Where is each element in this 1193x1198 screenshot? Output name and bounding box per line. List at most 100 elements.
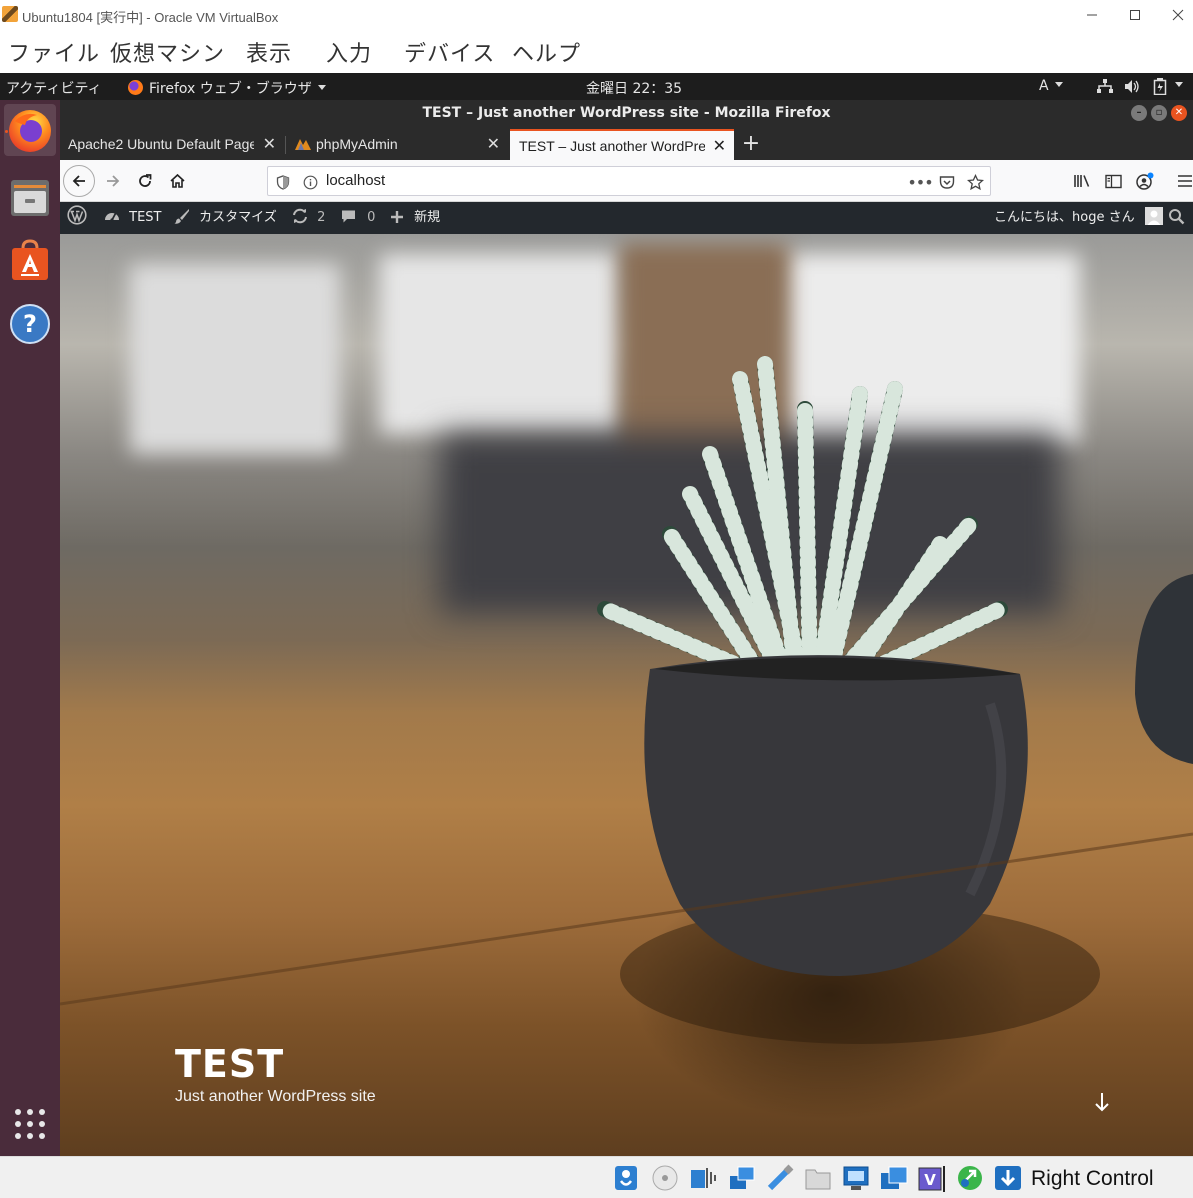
url-bar[interactable]: localhost ••• [267, 166, 991, 196]
hard-disk-status-icon[interactable] [611, 1163, 641, 1193]
display-status-icon[interactable] [841, 1163, 871, 1193]
menu-view[interactable]: 表示 [246, 36, 292, 68]
arrow-left-icon [72, 175, 85, 187]
dock-software[interactable] [4, 234, 56, 286]
ff-maximize-button[interactable]: ▫ [1151, 105, 1167, 121]
forward-button[interactable] [97, 165, 129, 197]
software-icon [12, 239, 48, 280]
host-key-label: Right Control [1031, 1167, 1154, 1190]
menu-button[interactable] [1169, 165, 1193, 197]
firefox-window: TEST – Just another WordPress site - Moz… [60, 100, 1193, 1156]
home-icon [169, 173, 185, 188]
firefox-small-icon [128, 80, 143, 95]
wp-site-name-menu[interactable]: TEST [103, 202, 162, 234]
firefox-icon [9, 110, 51, 152]
wp-my-account[interactable]: こんにちは、hoge さん [994, 202, 1163, 234]
activities-button[interactable]: アクティビティ [6, 78, 102, 98]
network-status-icon[interactable] [727, 1163, 757, 1193]
sidebar-icon [1104, 174, 1122, 188]
volume-icon[interactable] [1124, 79, 1140, 98]
wp-comments-count: 0 [367, 210, 376, 225]
account-button[interactable] [1129, 165, 1161, 197]
site-title[interactable]: TEST [175, 1042, 284, 1086]
minimize-icon [1087, 14, 1097, 16]
scroll-down-button[interactable] [1090, 1090, 1114, 1114]
close-button[interactable] [1156, 2, 1193, 28]
tab-strip: Apache2 Ubuntu Default Page: It works ✕ … [60, 126, 1193, 160]
info-icon[interactable] [301, 173, 319, 191]
wp-logo-menu[interactable] [67, 202, 87, 234]
app-menu[interactable]: Firefox ウェブ・ブラウザ [128, 78, 326, 98]
account-icon [1136, 172, 1154, 190]
network-icon[interactable] [1097, 79, 1113, 98]
input-method-indicator[interactable]: A [1039, 78, 1063, 94]
tab-apache2[interactable]: Apache2 Ubuntu Default Page: It works ✕ [60, 129, 284, 160]
wp-updates-count: 2 [317, 210, 326, 225]
wp-search[interactable] [1168, 202, 1185, 234]
wp-new-content[interactable]: 新規 [389, 202, 440, 234]
tab-close-icon[interactable]: ✕ [713, 131, 726, 160]
new-tab-button[interactable]: + [735, 129, 767, 160]
tab-phpmyadmin[interactable]: phpMyAdmin ✕ [286, 129, 508, 160]
menu-file[interactable]: ファイル [8, 36, 100, 68]
library-button[interactable] [1066, 165, 1098, 197]
dock-show-applications[interactable] [4, 1098, 56, 1150]
svg-text:V: V [924, 1171, 936, 1189]
clock[interactable]: 金曜日 22：35 [586, 78, 682, 98]
pocket-icon[interactable] [938, 173, 956, 191]
tab-label: Apache2 Ubuntu Default Page: It works [68, 136, 254, 152]
url-text: localhost [326, 172, 386, 189]
ff-minimize-button[interactable]: – [1131, 105, 1147, 121]
show-apps-icon [15, 1109, 45, 1139]
wp-updates[interactable]: 2 [291, 202, 325, 234]
brush-icon [174, 209, 189, 224]
menu-input[interactable]: 入力 [326, 36, 372, 68]
maximize-button[interactable] [1113, 2, 1157, 28]
tab-close-icon[interactable]: ✕ [487, 129, 500, 160]
home-button[interactable] [161, 165, 193, 197]
battery-icon[interactable] [1153, 78, 1167, 99]
wp-customize[interactable]: カスタマイズ [173, 202, 277, 234]
minimize-button[interactable] [1070, 2, 1114, 28]
plant-illustration [60, 356, 1193, 1044]
guest-display[interactable]: アクティビティ Firefox ウェブ・ブラウザ 金曜日 22：35 A ? T… [0, 73, 1193, 1156]
files-icon [11, 180, 49, 216]
sidebar-button[interactable] [1097, 165, 1129, 197]
optical-drive-status-icon[interactable] [650, 1163, 680, 1193]
tracking-shield-icon[interactable] [274, 173, 292, 191]
video-capture-status-icon[interactable] [879, 1163, 909, 1193]
menu-help[interactable]: ヘルプ [512, 36, 581, 68]
wp-comments[interactable]: 0 [340, 202, 375, 234]
dock-files[interactable] [4, 172, 56, 224]
vbox-titlebar: Ubuntu1804 [実行中] - Oracle VM VirtualBox [0, 0, 1193, 30]
dock-firefox[interactable] [4, 104, 56, 156]
ubuntu-dock: ? [0, 100, 60, 1156]
tab-close-icon[interactable]: ✕ [263, 129, 276, 160]
mouse-integration-status-icon[interactable] [955, 1163, 985, 1193]
usb-status-icon[interactable] [765, 1163, 795, 1193]
dock-help[interactable]: ? [4, 298, 56, 350]
shared-folders-status-icon[interactable] [803, 1163, 833, 1193]
reload-button[interactable] [129, 165, 161, 197]
audio-status-icon[interactable] [689, 1163, 719, 1193]
tab-label: TEST – Just another WordPress site [519, 138, 705, 154]
page-actions-icon[interactable]: ••• [907, 173, 933, 192]
arrow-down-icon [1095, 1093, 1109, 1112]
chevron-down-icon [317, 85, 326, 90]
system-menu-chevron-icon[interactable] [1175, 78, 1183, 94]
menu-machine[interactable]: 仮想マシン [110, 36, 225, 68]
chevron-down-icon [1054, 82, 1063, 87]
keyboard-capture-status-icon[interactable] [993, 1163, 1023, 1193]
vbox-statusbar: V Right Control [0, 1156, 1193, 1198]
wordpress-logo-icon [67, 205, 87, 225]
ff-close-button[interactable]: ✕ [1171, 105, 1187, 121]
avatar [1144, 207, 1163, 225]
tab-test-wordpress[interactable]: TEST – Just another WordPress site ✕ [510, 129, 734, 160]
back-button[interactable] [63, 165, 95, 197]
virtualbox-app-icon [2, 6, 18, 22]
virtualization-status-icon[interactable]: V [917, 1163, 947, 1193]
firefox-titlebar: TEST – Just another WordPress site - Moz… [60, 100, 1193, 126]
comment-icon [342, 210, 355, 223]
menu-devices[interactable]: デバイス [404, 36, 495, 68]
bookmark-star-icon[interactable] [966, 173, 984, 191]
